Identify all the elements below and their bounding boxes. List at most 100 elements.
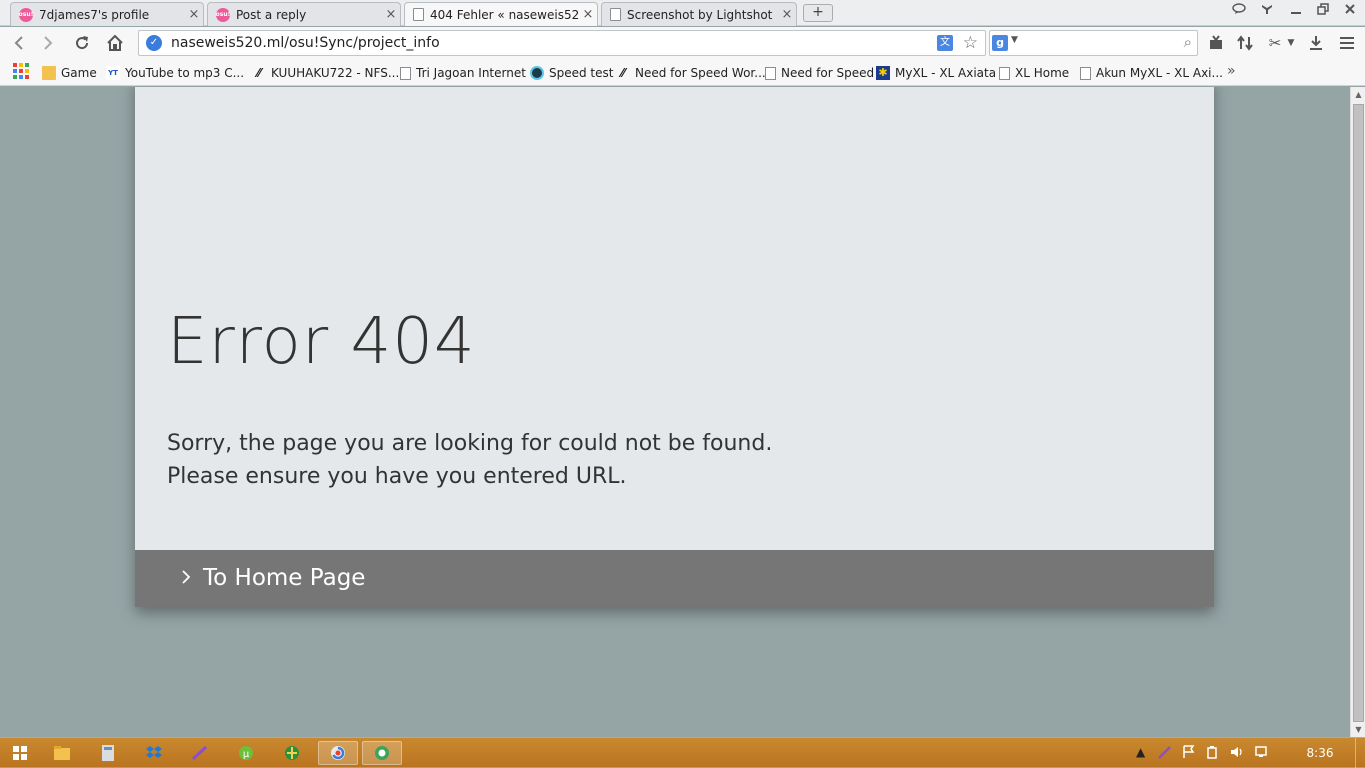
card-footer: To Home Page bbox=[135, 550, 1214, 607]
reload-button[interactable] bbox=[71, 32, 93, 54]
close-window-icon[interactable] bbox=[1339, 3, 1361, 18]
bookmark-youtube-mp3[interactable]: YT YouTube to mp3 C... bbox=[106, 64, 244, 82]
downloads-icon[interactable] bbox=[1305, 32, 1327, 54]
bookmark-myxl[interactable]: ✱ MyXL - XL Axiata bbox=[876, 64, 996, 82]
calculator-icon[interactable] bbox=[88, 741, 128, 765]
bookmarks-bar: Game YT YouTube to mp3 C... ⁄⁄ KUUHAKU72… bbox=[0, 59, 1365, 86]
tab-404-fehler[interactable]: 404 Fehler « naseweis520 × bbox=[404, 2, 598, 26]
google-search-icon[interactable]: g bbox=[992, 35, 1008, 51]
volume-icon[interactable] bbox=[1230, 745, 1244, 762]
home-button[interactable] bbox=[104, 32, 126, 54]
bookmark-label: Need for Speed Wor... bbox=[635, 66, 766, 80]
folder-icon bbox=[42, 66, 56, 80]
scrollbar-thumb[interactable] bbox=[1353, 104, 1364, 722]
scissors-icon[interactable]: ✂ bbox=[1264, 32, 1286, 54]
page-viewport: Error 404 Sorry, the page you are lookin… bbox=[0, 87, 1350, 737]
home-page-link[interactable]: To Home Page bbox=[181, 565, 365, 591]
restore-icon[interactable] bbox=[1312, 3, 1334, 18]
bookmark-label: XL Home bbox=[1015, 66, 1070, 80]
vertical-scrollbar[interactable]: ▲ ▼ bbox=[1350, 87, 1365, 737]
bookmark-label: YouTube to mp3 C... bbox=[125, 66, 245, 80]
svg-text:µ: µ bbox=[243, 749, 250, 760]
dropbox-icon[interactable] bbox=[134, 741, 174, 765]
yt-mp3-icon: YT bbox=[106, 66, 120, 80]
bookmark-kuuhaku722[interactable]: ⁄⁄ KUUHAKU722 - NFS... bbox=[252, 64, 399, 82]
battery-icon[interactable] bbox=[1206, 745, 1220, 762]
translate-icon[interactable]: 文 bbox=[937, 35, 953, 51]
bookmark-akun-myxl[interactable]: Akun MyXL - XL Axi... bbox=[1080, 64, 1223, 82]
utorrent-icon[interactable]: µ bbox=[226, 741, 266, 765]
bookmark-label: Need for Speed bbox=[781, 66, 875, 80]
chevron-double-right-icon[interactable]: » bbox=[1227, 63, 1236, 79]
minimize-icon[interactable] bbox=[1285, 3, 1307, 18]
pen-tool-icon[interactable] bbox=[180, 741, 220, 765]
chevron-down-icon[interactable]: ▼ bbox=[1011, 35, 1018, 45]
nfs-icon: ⁄⁄ bbox=[256, 66, 261, 80]
tab-profile[interactable]: osu! 7djames7's profile × bbox=[10, 2, 204, 26]
flag-icon[interactable] bbox=[1183, 745, 1195, 762]
tab-close-icon[interactable]: × bbox=[579, 7, 597, 22]
bookmark-nfs-world[interactable]: ⁄⁄ Need for Speed Wor... bbox=[616, 64, 766, 82]
tab-post-reply[interactable]: osu! Post a reply × bbox=[207, 2, 401, 26]
page-icon bbox=[1080, 66, 1091, 80]
tab-lightshot[interactable]: Screenshot by Lightshot × bbox=[601, 2, 797, 26]
sync-arrows-icon[interactable] bbox=[1234, 32, 1256, 54]
page-icon bbox=[999, 66, 1010, 80]
bookmark-label: Speed test bbox=[549, 66, 614, 80]
bookmark-label: Game bbox=[61, 66, 97, 80]
chevron-down-icon[interactable]: ▼ bbox=[1284, 32, 1298, 54]
osu-taskbar-icon[interactable] bbox=[362, 741, 402, 765]
bookmark-label: Tri Jagoan Internet bbox=[416, 66, 526, 80]
tab-title: 7djames7's profile bbox=[39, 7, 150, 22]
search-icon[interactable]: ⌕ bbox=[1184, 33, 1192, 51]
error-card: Error 404 Sorry, the page you are lookin… bbox=[135, 87, 1214, 607]
menu-icon[interactable] bbox=[1336, 32, 1358, 54]
bookmark-xl-home[interactable]: XL Home bbox=[999, 64, 1069, 82]
new-tab-button[interactable]: + bbox=[803, 4, 833, 22]
error-message: Sorry, the page you are looking for coul… bbox=[167, 427, 772, 493]
bookmark-label: MyXL - XL Axiata bbox=[895, 66, 997, 80]
apps-icon[interactable] bbox=[13, 63, 29, 79]
taskbar: µ ▲ 8:36 bbox=[0, 737, 1365, 768]
nfs-icon: ⁄⁄ bbox=[620, 66, 625, 80]
windows-start-icon[interactable] bbox=[0, 741, 40, 765]
show-desktop-button[interactable] bbox=[1355, 738, 1365, 768]
bookmark-label: Akun MyXL - XL Axi... bbox=[1096, 66, 1223, 80]
forward-button[interactable] bbox=[37, 32, 59, 54]
tab-strip: osu! 7djames7's profile × osu! Post a re… bbox=[0, 0, 1365, 26]
tab-close-icon[interactable]: × bbox=[382, 7, 400, 22]
osu-icon: osu! bbox=[216, 7, 230, 22]
pen-tray-icon[interactable] bbox=[1158, 745, 1172, 762]
page-icon bbox=[413, 8, 424, 21]
network-icon[interactable] bbox=[1255, 745, 1271, 762]
url-text[interactable]: naseweis520.ml/osu!Sync/project_info bbox=[171, 35, 440, 51]
globe-app-icon[interactable] bbox=[272, 741, 312, 765]
address-bar[interactable]: ✓ naseweis520.ml/osu!Sync/project_info 文… bbox=[138, 30, 986, 56]
chevron-right-icon bbox=[181, 566, 191, 590]
scroll-up-icon[interactable]: ▲ bbox=[1351, 87, 1365, 102]
error-message-line: Please ensure you have you entered URL. bbox=[167, 464, 627, 489]
back-button[interactable] bbox=[8, 32, 30, 54]
search-box[interactable]: g ▼ ⌕ bbox=[989, 30, 1198, 56]
tab-close-icon[interactable]: × bbox=[778, 7, 796, 22]
tab-close-icon[interactable]: × bbox=[185, 7, 203, 22]
file-explorer-icon[interactable] bbox=[42, 741, 82, 765]
chat-icon[interactable] bbox=[1228, 3, 1250, 18]
bookmark-label: KUUHAKU722 - NFS... bbox=[271, 66, 400, 80]
page-icon bbox=[400, 66, 411, 80]
bookmark-game[interactable]: Game bbox=[42, 64, 97, 82]
tray-expand-icon[interactable]: ▲ bbox=[1136, 745, 1145, 759]
download-extension-icon[interactable] bbox=[1205, 32, 1227, 54]
clock[interactable]: 8:36 bbox=[1300, 746, 1340, 760]
page-icon bbox=[610, 8, 621, 21]
bookmark-tri-jagoan[interactable]: Tri Jagoan Internet bbox=[400, 64, 526, 82]
bookmark-star-icon[interactable]: ☆ bbox=[963, 33, 978, 53]
page-icon bbox=[765, 66, 776, 80]
osu-icon: osu! bbox=[19, 7, 33, 22]
bookmark-speed-test[interactable]: Speed test bbox=[530, 64, 613, 82]
user-icon[interactable] bbox=[1256, 3, 1278, 18]
scroll-down-icon[interactable]: ▼ bbox=[1351, 722, 1365, 737]
bookmark-need-for-speed[interactable]: Need for Speed bbox=[765, 64, 874, 82]
tab-title: Screenshot by Lightshot bbox=[627, 7, 773, 22]
browser-taskbar-icon[interactable] bbox=[318, 741, 358, 765]
